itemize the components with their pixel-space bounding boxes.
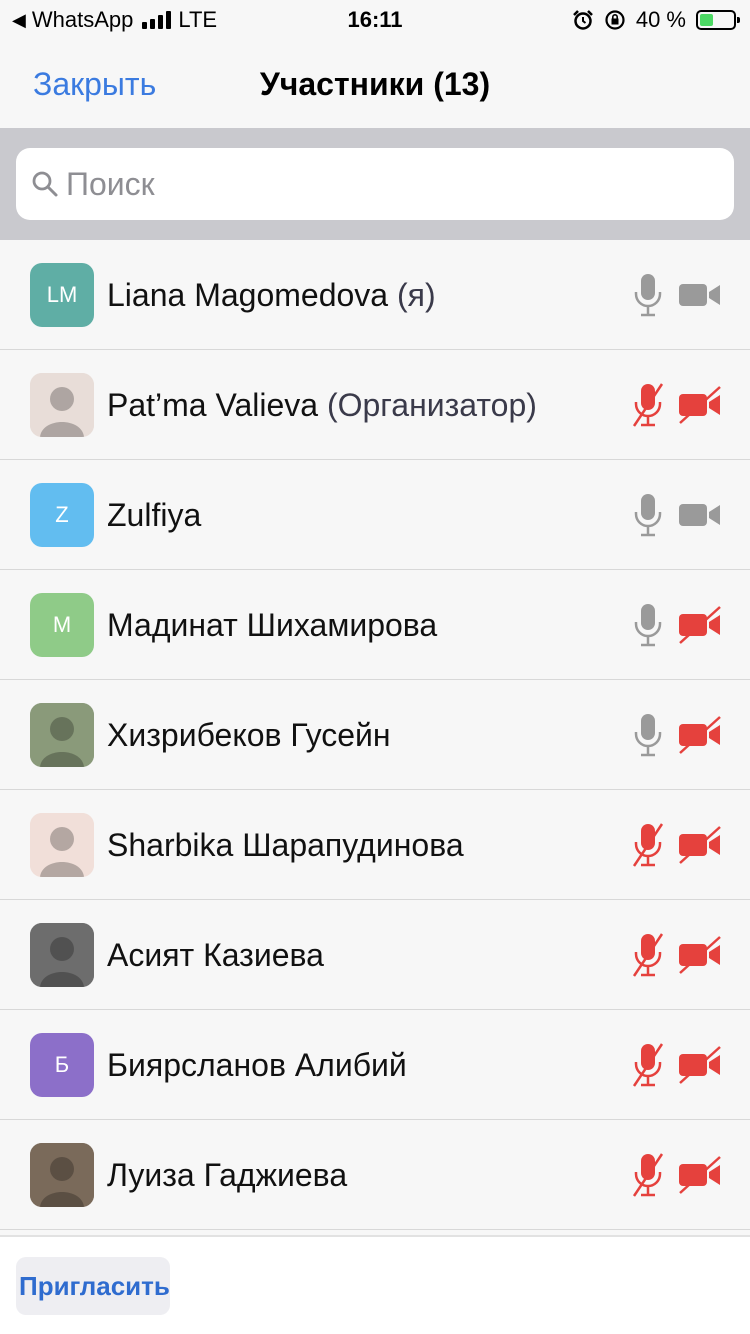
participant-row[interactable]: Асият Казиева [0,900,750,1010]
participant-name: Sharbika Шарапудинова [107,790,464,900]
participant-row[interactable]: Z Zulfiya [0,460,750,570]
participant-name: Биярсланов Алибий [107,1010,407,1120]
microphone-muted-icon[interactable] [632,1042,664,1088]
video-camera-off-icon[interactable] [678,715,722,755]
avatar: LM [30,263,94,327]
microphone-muted-icon[interactable] [632,932,664,978]
participant-name-text: Хизрибеков Гусейн [107,717,391,753]
participant-name-text: Мадинат Шихамирова [107,607,438,643]
avatar: Z [30,483,94,547]
avatar [30,813,94,877]
microphone-icon[interactable] [632,712,664,758]
video-camera-off-icon[interactable] [678,935,722,975]
avatar: М [30,593,94,657]
participant-name-text: Pat’ma Valieva [107,387,319,423]
status-bar: ◀ WhatsApp LTE 16:11 40 % [0,0,750,40]
microphone-muted-icon[interactable] [632,1152,664,1198]
participant-name-text: Zulfiya [107,497,202,533]
avatar [30,373,94,437]
battery-percent: 40 % [635,7,686,32]
search-input[interactable] [66,165,706,203]
participant-name: Мадинат Шихамирова [107,570,437,680]
participant-name-text: Асият Казиева [107,937,324,973]
participant-row[interactable]: Луиза Гаджиева [0,1120,750,1230]
page-title: Участники (13) [259,66,491,102]
microphone-icon[interactable] [632,602,664,648]
invite-button[interactable]: Пригласить [16,1257,170,1315]
battery-icon [696,10,740,30]
participant-role: (я) [396,277,436,313]
video-camera-off-icon[interactable] [678,825,722,865]
avatar [30,1143,94,1207]
battery-fill [700,14,713,26]
participant-name: Хизрибеков Гусейн [107,680,391,790]
participant-name: Луиза Гаджиева [107,1120,347,1230]
search-icon [32,171,58,197]
participant-name-text: Биярсланов Алибий [107,1047,407,1083]
video-camera-off-icon[interactable] [678,1045,722,1085]
alarm-icon [572,10,593,30]
participant-name: Liana Magomedova (я) [107,240,436,350]
participant-row[interactable]: LM Liana Magomedova (я) [0,240,750,350]
microphone-muted-icon[interactable] [632,822,664,868]
microphone-icon[interactable] [632,492,664,538]
avatar [30,703,94,767]
video-camera-off-icon[interactable] [678,605,722,645]
participant-name: Pat’ma Valieva (Организатор) [107,350,537,460]
avatar-initials: М [52,612,72,637]
participant-row[interactable]: Pat’ma Valieva (Организатор) [0,350,750,460]
microphone-muted-icon[interactable] [632,382,664,428]
participant-name-text: Liana Magomedova [107,277,389,313]
orientation-lock-icon [605,10,625,30]
participant-row[interactable]: Б Биярсланов Алибий [0,1010,750,1120]
avatar-initials: LM [46,282,78,307]
bottom-bar: Пригласить [0,1235,750,1334]
participant-name: Асият Казиева [107,900,324,1010]
participant-name-text: Луиза Гаджиева [107,1157,348,1193]
search-area [0,128,750,240]
participants-list: LM Liana Magomedova (я) Pat’ma Valieva (Ор… [0,240,750,1235]
participant-row[interactable]: М Мадинат Шихамирова [0,570,750,680]
status-right: 40 % [572,7,740,33]
video-camera-off-icon[interactable] [678,1155,722,1195]
participant-role: (Организатор) [326,387,537,423]
avatar [30,923,94,987]
microphone-icon[interactable] [632,272,664,318]
participant-name-text: Sharbika Шарапудинова [107,827,464,863]
participant-row[interactable]: Sharbika Шарапудинова [0,790,750,900]
video-camera-off-icon[interactable] [678,385,722,425]
avatar-initials: Z [55,502,69,527]
participant-row[interactable]: Хизрибеков Гусейн [0,680,750,790]
video-camera-icon[interactable] [678,275,722,315]
avatar-initials: Б [54,1052,70,1077]
participant-name: Zulfiya [107,460,201,570]
video-camera-icon[interactable] [678,495,722,535]
avatar: Б [30,1033,94,1097]
nav-bar: Закрыть Участники (13) [0,40,750,128]
search-box[interactable] [16,148,734,220]
